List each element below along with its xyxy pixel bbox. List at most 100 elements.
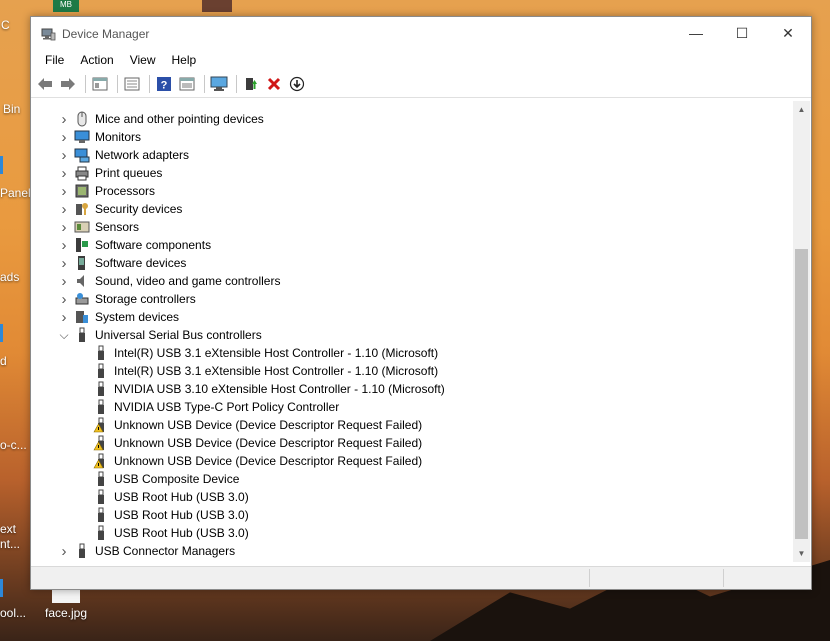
- usb-icon: [98, 525, 104, 540]
- tree-device[interactable]: USB Root Hub (USB 3.0): [32, 488, 792, 506]
- desktop-label: Panel: [0, 186, 31, 200]
- tree-item-label: Software components: [95, 238, 212, 252]
- tree-category[interactable]: › System devices: [32, 308, 792, 326]
- tree-item-label: USB Root Hub (USB 3.0): [114, 526, 249, 540]
- forward-icon[interactable]: [58, 74, 78, 94]
- tree-category[interactable]: ⌵ Universal Serial Bus controllers: [32, 326, 792, 344]
- tree-device[interactable]: NVIDIA USB 3.10 eXtensible Host Controll…: [32, 380, 792, 398]
- tree-item-label: System devices: [95, 310, 180, 324]
- list-icon[interactable]: [122, 74, 142, 94]
- photo-thumbnail: [202, 0, 232, 12]
- scrollbar-thumb[interactable]: [795, 249, 808, 539]
- tree-category[interactable]: › Monitors: [32, 128, 792, 146]
- monitor-icon[interactable]: [209, 74, 229, 94]
- desktop-side-icon[interactable]: [0, 156, 3, 174]
- tree-category[interactable]: › Sound, video and game controllers: [32, 272, 792, 290]
- tree-item-label: Unknown USB Device (Device Descriptor Re…: [114, 418, 423, 432]
- toolbar: ?: [31, 70, 811, 98]
- device-tree[interactable]: › Mice and other pointing devices › Monitor…: [32, 100, 792, 562]
- monitor-icon: [74, 130, 90, 143]
- maximize-button[interactable]: ☐: [719, 17, 765, 49]
- tree-category[interactable]: › Software devices: [32, 254, 792, 272]
- tree-item-label: Monitors: [95, 130, 142, 144]
- tree-category[interactable]: › Print queues: [32, 164, 792, 182]
- menu-action[interactable]: Action: [72, 53, 121, 67]
- scroll-up-icon[interactable]: ▲: [793, 101, 810, 118]
- system-icon: [76, 311, 88, 323]
- tree-category[interactable]: › Sensors: [32, 218, 792, 236]
- chevron-right-icon[interactable]: ›: [59, 236, 69, 254]
- tree-device[interactable]: Intel(R) USB 3.1 eXtensible Host Control…: [32, 344, 792, 362]
- desktop-file-icon[interactable]: MB: [53, 0, 79, 12]
- storage-icon: [75, 293, 89, 305]
- chevron-right-icon[interactable]: ›: [59, 308, 69, 326]
- help-icon[interactable]: ?: [154, 74, 174, 94]
- chevron-down-icon[interactable]: ⌵: [59, 326, 69, 344]
- tree-device[interactable]: USB Root Hub (USB 3.0): [32, 506, 792, 524]
- tree-item-label: NVIDIA USB Type-C Port Policy Controller: [114, 400, 340, 414]
- tree-category[interactable]: › Network adapters: [32, 146, 792, 164]
- usb-warning-icon: [93, 417, 104, 433]
- chevron-right-icon[interactable]: ›: [59, 200, 69, 218]
- update-driver-icon[interactable]: [241, 74, 261, 94]
- desktop-label: C: [1, 18, 10, 32]
- chevron-right-icon[interactable]: ›: [59, 128, 69, 146]
- tree-device[interactable]: Unknown USB Device (Device Descriptor Re…: [32, 434, 792, 452]
- usb-icon: [98, 399, 104, 414]
- software-device-icon: [78, 256, 85, 270]
- tree-item-label: Print queues: [95, 166, 163, 180]
- properties-pane-icon[interactable]: [90, 74, 110, 94]
- tree-item-label: Processors: [95, 184, 156, 198]
- usb-icon: [98, 507, 104, 522]
- desktop-label: nt...: [0, 537, 21, 551]
- vertical-scrollbar[interactable]: ▲ ▼: [793, 101, 810, 562]
- download-icon[interactable]: [287, 74, 307, 94]
- chevron-right-icon[interactable]: ›: [59, 110, 69, 128]
- tree-device[interactable]: USB Root Hub (USB 3.0): [32, 524, 792, 542]
- network-icon: [74, 148, 90, 163]
- chevron-right-icon[interactable]: ›: [59, 542, 69, 560]
- chevron-right-icon[interactable]: ›: [59, 254, 69, 272]
- tree-device[interactable]: NVIDIA USB Type-C Port Policy Controller: [32, 398, 792, 416]
- tree-device[interactable]: Intel(R) USB 3.1 eXtensible Host Control…: [32, 362, 792, 380]
- tree-device[interactable]: Unknown USB Device (Device Descriptor Re…: [32, 452, 792, 470]
- minimize-button[interactable]: —: [673, 17, 719, 49]
- desktop-label: ool...: [0, 606, 27, 620]
- chevron-right-icon[interactable]: ›: [59, 290, 69, 308]
- face-jpg-icon[interactable]: [52, 589, 80, 603]
- tree-category[interactable]: › Security devices: [32, 200, 792, 218]
- tree-category[interactable]: › Storage controllers: [32, 290, 792, 308]
- desktop-side-icon[interactable]: [0, 324, 3, 342]
- tree-category[interactable]: › Processors: [32, 182, 792, 200]
- uninstall-icon[interactable]: [264, 74, 284, 94]
- desktop-side-icon[interactable]: [0, 579, 3, 597]
- tree-item-label: Sound, video and game controllers: [95, 274, 281, 288]
- back-icon[interactable]: [35, 74, 55, 94]
- tree-device[interactable]: USB Composite Device: [32, 470, 792, 488]
- menu-help[interactable]: Help: [164, 53, 205, 67]
- tree-category[interactable]: › USB Connector Managers: [32, 542, 792, 560]
- tree-item-label: Mice and other pointing devices: [95, 112, 264, 126]
- title-bar[interactable]: Device Manager — ☐ ✕: [31, 17, 811, 50]
- scroll-down-icon[interactable]: ▼: [793, 545, 810, 562]
- device-manager-icon: [41, 28, 56, 40]
- processor-icon: [75, 184, 89, 198]
- chevron-right-icon[interactable]: ›: [59, 272, 69, 290]
- tree-item-label: Unknown USB Device (Device Descriptor Re…: [114, 436, 423, 450]
- chevron-right-icon[interactable]: ›: [59, 146, 69, 164]
- menu-file[interactable]: File: [37, 53, 72, 67]
- menu-view[interactable]: View: [122, 53, 164, 67]
- chevron-right-icon[interactable]: ›: [59, 218, 69, 236]
- tree-category[interactable]: › Mice and other pointing devices: [32, 110, 792, 128]
- toolbar-separator: [149, 74, 150, 93]
- status-cell: [589, 569, 722, 587]
- sensor-icon: [74, 221, 90, 233]
- desktop-label: ext: [0, 522, 17, 536]
- chevron-right-icon[interactable]: ›: [59, 182, 69, 200]
- chevron-right-icon[interactable]: ›: [59, 164, 69, 182]
- close-button[interactable]: ✕: [765, 17, 811, 49]
- view-icon[interactable]: [177, 74, 197, 94]
- face-jpg-label[interactable]: face.jpg: [45, 606, 87, 620]
- tree-category[interactable]: › Software components: [32, 236, 792, 254]
- tree-device[interactable]: Unknown USB Device (Device Descriptor Re…: [32, 416, 792, 434]
